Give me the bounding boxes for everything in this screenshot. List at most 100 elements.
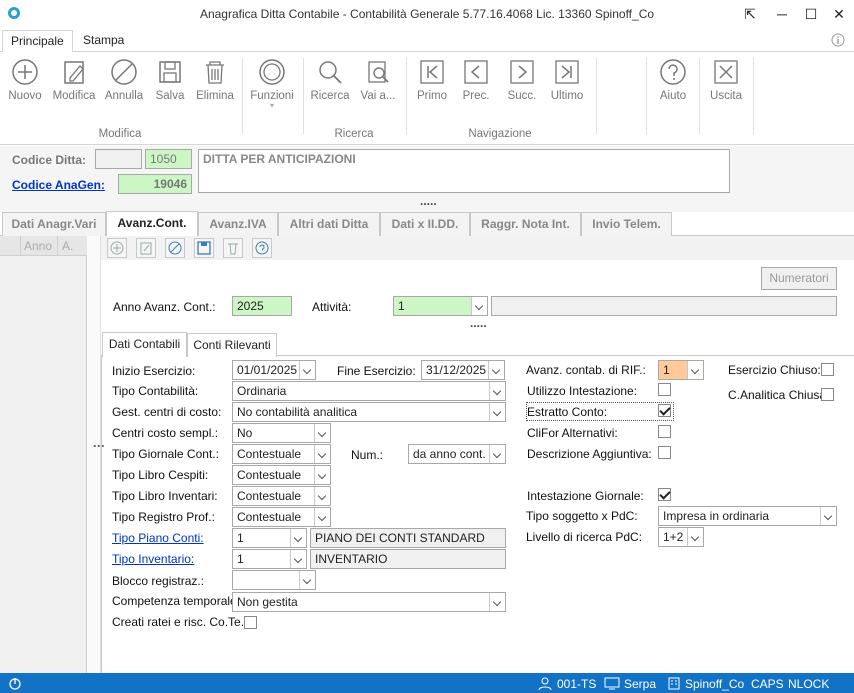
competenza-select[interactable]: Non gestita bbox=[232, 592, 506, 612]
clifor-alternativi-checkbox[interactable] bbox=[658, 425, 671, 438]
primo-button[interactable]: Primo bbox=[408, 58, 456, 102]
help-row-button[interactable] bbox=[252, 238, 272, 258]
num-select[interactable]: da anno cont. bbox=[408, 444, 506, 464]
splitter-handle[interactable]: ..... bbox=[470, 316, 487, 330]
tab-dati-ii-dd[interactable]: Dati x II.DD. bbox=[380, 212, 470, 236]
tipo-libro-cespiti-select[interactable]: Contestuale bbox=[232, 465, 331, 485]
chevron-down-icon[interactable] bbox=[314, 487, 330, 505]
attivita-select[interactable]: 1 bbox=[393, 296, 488, 316]
blocco-select[interactable] bbox=[232, 570, 316, 590]
aiuto-button[interactable]: Aiuto bbox=[649, 58, 697, 102]
tipo-libro-inventari-select[interactable]: Contestuale bbox=[232, 486, 331, 506]
chevron-down-icon[interactable] bbox=[471, 297, 487, 315]
chevron-down-icon[interactable] bbox=[489, 382, 505, 400]
inizio-esercizio-field[interactable]: 01/01/2025 bbox=[232, 360, 316, 380]
tipo-inventario-link[interactable]: Tipo Inventario: bbox=[112, 552, 194, 566]
delete-row-button[interactable] bbox=[223, 238, 243, 258]
tab-avanz-iva[interactable]: Avanz.IVA bbox=[198, 212, 278, 236]
grid-splitter[interactable] bbox=[87, 236, 101, 673]
gest-centri-select[interactable]: No contabilità analitica bbox=[232, 402, 506, 422]
tab-altri-dati-ditta[interactable]: Altri dati Ditta bbox=[278, 212, 380, 236]
save-row-button[interactable] bbox=[194, 238, 214, 258]
numeratori-button[interactable]: Numeratori bbox=[761, 267, 837, 290]
ricerca-button[interactable]: Ricerca bbox=[306, 58, 354, 102]
info-icon[interactable] bbox=[831, 33, 845, 47]
attivita-description-field[interactable] bbox=[491, 296, 837, 316]
chevron-down-icon[interactable] bbox=[820, 507, 836, 525]
grid-splitter-handle[interactable]: ⋮ bbox=[92, 440, 106, 452]
add-row-button[interactable] bbox=[107, 238, 127, 258]
subtab-conti-rilevanti[interactable]: Conti Rilevanti bbox=[187, 333, 277, 357]
anno-avanz-field[interactable]: 2025 bbox=[232, 296, 292, 316]
tipo-giornale-select[interactable]: Contestuale bbox=[232, 444, 331, 464]
tipo-registro-prof-select[interactable]: Contestuale bbox=[232, 507, 331, 527]
chevron-down-icon[interactable] bbox=[687, 528, 703, 546]
tipo-piano-conti-select[interactable]: 1 bbox=[232, 528, 307, 548]
chevron-down-icon[interactable] bbox=[489, 445, 505, 463]
restore-icon[interactable]: ⇱ bbox=[740, 4, 760, 24]
codice-anagen-field[interactable]: 19046 bbox=[118, 174, 192, 194]
chevron-down-icon[interactable] bbox=[314, 445, 330, 463]
uscita-button[interactable]: Uscita bbox=[702, 58, 750, 102]
succ-button[interactable]: Succ. bbox=[498, 58, 546, 102]
chevron-down-icon[interactable] bbox=[314, 508, 330, 526]
chevron-down-icon[interactable] bbox=[687, 361, 703, 379]
codice-anagen-link[interactable]: Codice AnaGen: bbox=[12, 178, 105, 192]
vai-a-button[interactable]: Vai a... bbox=[354, 58, 402, 102]
tipo-piano-conti-link[interactable]: Tipo Piano Conti: bbox=[112, 531, 204, 545]
utilizzo-intestazione-checkbox[interactable] bbox=[658, 383, 671, 396]
subtab-dati-contabili[interactable]: Dati Contabili bbox=[102, 332, 187, 357]
chevron-down-icon[interactable] bbox=[488, 361, 504, 379]
tipo-contabilita-select[interactable]: Ordinaria bbox=[232, 381, 506, 401]
tab-dati-anagr-vari[interactable]: Dati Anagr.Vari bbox=[2, 212, 106, 236]
tipo-soggetto-select[interactable]: Impresa in ordinaria bbox=[658, 506, 837, 526]
creati-ratei-checkbox[interactable] bbox=[244, 616, 257, 629]
chevron-down-icon[interactable] bbox=[290, 550, 306, 568]
livello-ricerca-select[interactable]: 1+2 bbox=[658, 527, 704, 547]
salva-button[interactable]: Salva bbox=[146, 58, 194, 102]
descrizione-aggiuntiva-checkbox[interactable] bbox=[658, 446, 671, 459]
centri-sempl-select[interactable]: No bbox=[232, 423, 331, 443]
grid-col-anno[interactable]: Anno bbox=[24, 239, 52, 253]
power-icon[interactable] bbox=[8, 676, 22, 690]
ribbon-separator bbox=[753, 58, 754, 134]
fine-esercizio-field[interactable]: 31/12/2025 bbox=[421, 360, 505, 380]
avanz-rif-select[interactable]: 1 bbox=[658, 360, 704, 380]
splitter-handle[interactable]: ..... bbox=[420, 194, 437, 208]
esercizio-chiuso-checkbox[interactable] bbox=[821, 363, 834, 376]
estratto-conto-checkbox[interactable] bbox=[658, 404, 671, 417]
ribbon-tab-stampa[interactable]: Stampa bbox=[75, 30, 132, 53]
nuovo-button[interactable]: Nuovo bbox=[1, 58, 49, 102]
chevron-down-icon[interactable] bbox=[489, 403, 505, 421]
chevron-down-icon[interactable] bbox=[299, 571, 315, 589]
grid-col-a[interactable]: A. bbox=[62, 239, 73, 253]
canalitica-chiusa-checkbox[interactable] bbox=[821, 388, 834, 401]
chevron-down-icon[interactable] bbox=[290, 529, 306, 547]
prec-button[interactable]: Prec. bbox=[452, 58, 500, 102]
chevron-down-icon[interactable] bbox=[489, 593, 505, 611]
intestazione-giornale-checkbox[interactable] bbox=[658, 488, 671, 501]
codice-ditta-prefix-field[interactable] bbox=[95, 149, 142, 169]
chevron-down-icon[interactable] bbox=[314, 466, 330, 484]
cancel-row-button[interactable] bbox=[165, 238, 185, 258]
tab-invio-telem[interactable]: Invio Telem. bbox=[581, 212, 672, 236]
tipo-inventario-select[interactable]: 1 bbox=[232, 549, 307, 569]
codice-ditta-field[interactable]: 1050 bbox=[145, 149, 192, 169]
tab-raggr-nota-int[interactable]: Raggr. Nota Int. bbox=[470, 212, 581, 236]
elimina-button[interactable]: Elimina bbox=[191, 58, 239, 102]
close-button[interactable]: ✕ bbox=[829, 4, 849, 24]
esercizio-chiuso-label: Esercizio Chiuso: bbox=[728, 363, 821, 377]
edit-row-button[interactable] bbox=[136, 238, 156, 258]
minimize-button[interactable]: ─ bbox=[772, 4, 792, 24]
ribbon-tab-principale[interactable]: Principale bbox=[2, 30, 73, 53]
ditta-description-field[interactable]: DITTA PER ANTICIPAZIONI bbox=[198, 149, 730, 193]
tab-avanz-cont[interactable]: Avanz.Cont. bbox=[106, 211, 198, 236]
avanzamenti-grid[interactable]: Anno A. bbox=[0, 236, 87, 673]
ultimo-button[interactable]: Ultimo bbox=[543, 58, 591, 102]
modifica-button[interactable]: Modifica bbox=[50, 58, 98, 102]
chevron-down-icon[interactable] bbox=[314, 424, 330, 442]
funzioni-button[interactable]: Funzioni ▾ bbox=[248, 58, 296, 110]
chevron-down-icon[interactable] bbox=[299, 361, 315, 379]
annulla-button[interactable]: Annulla bbox=[100, 58, 148, 102]
maximize-button[interactable]: ☐ bbox=[801, 4, 821, 24]
